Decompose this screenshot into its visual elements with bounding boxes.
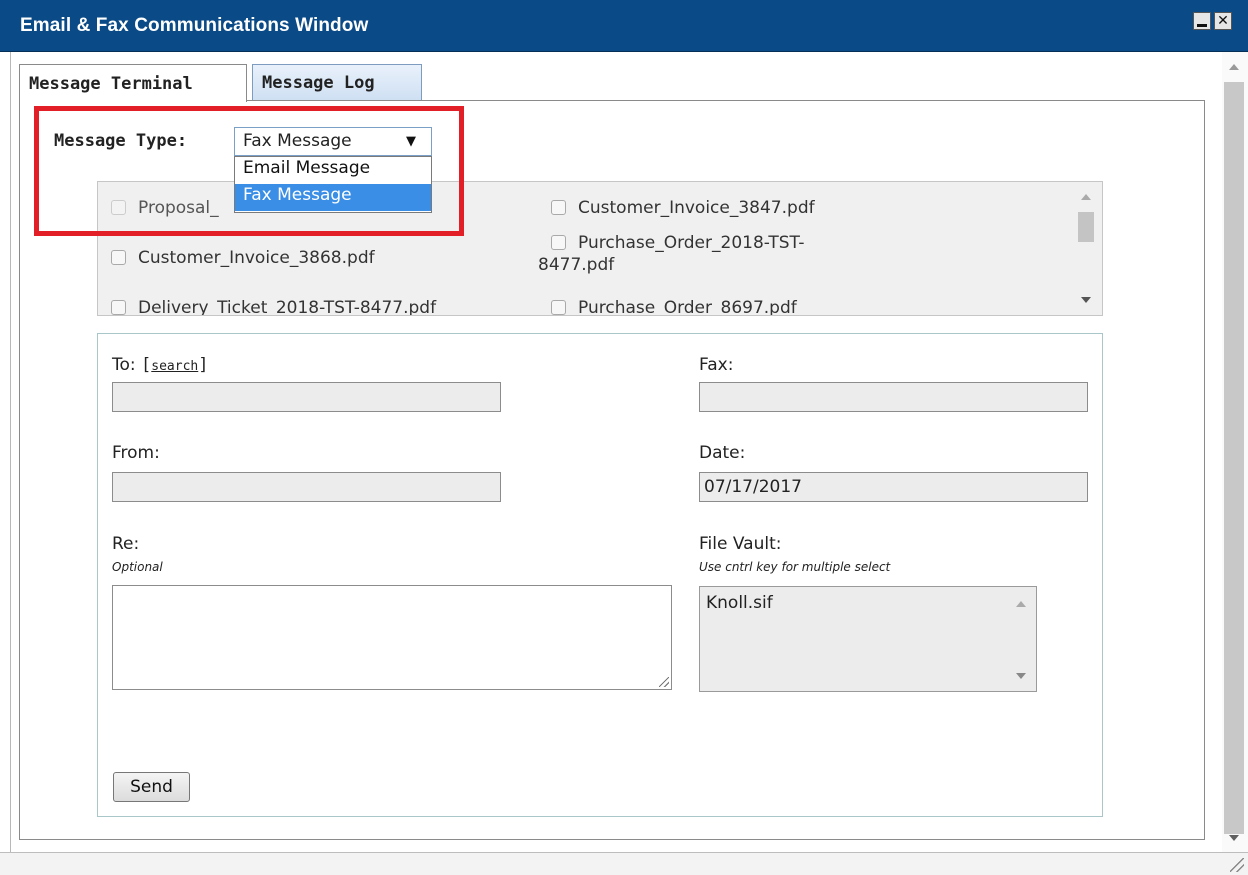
message-type-value: Fax Message bbox=[243, 131, 352, 151]
attachments-scrollbar[interactable] bbox=[1072, 182, 1102, 315]
re-hint: Optional bbox=[112, 560, 163, 574]
scroll-down-icon[interactable] bbox=[1081, 297, 1091, 303]
resize-handle-icon[interactable] bbox=[659, 677, 669, 687]
window-titlebar: Email & Fax Communications Window ✕ bbox=[0, 0, 1248, 52]
scroll-up-icon[interactable] bbox=[1081, 194, 1091, 200]
date-field[interactable]: 07/17/2017 bbox=[699, 472, 1088, 502]
attachment-name: Delivery_Ticket_2018-TST-8477.pdf bbox=[138, 298, 437, 316]
send-label: Send bbox=[130, 777, 173, 797]
checkbox[interactable] bbox=[111, 300, 126, 315]
re-label: Re: bbox=[112, 534, 140, 554]
attachment-name-cont: 8477.pdf bbox=[538, 255, 615, 275]
attachment-item[interactable]: Customer_Invoice_3847.pdf bbox=[551, 197, 815, 219]
attachment-item[interactable]: Delivery_Ticket_2018-TST-8477.pdf bbox=[111, 297, 437, 316]
minimize-icon bbox=[1197, 23, 1207, 27]
checkbox[interactable] bbox=[551, 235, 566, 250]
file-vault-label: File Vault: bbox=[699, 534, 782, 554]
message-type-dropdown: Email Message Fax Message bbox=[234, 156, 432, 213]
attachment-item[interactable]: Customer_Invoice_3868.pdf bbox=[111, 247, 375, 269]
attachment-name: Customer_Invoice_3847.pdf bbox=[578, 198, 815, 218]
checkbox[interactable] bbox=[551, 300, 566, 315]
send-button[interactable]: Send bbox=[113, 772, 190, 802]
re-textarea[interactable] bbox=[112, 585, 672, 690]
window-title: Email & Fax Communications Window bbox=[20, 15, 369, 36]
tab-label: Message Log bbox=[262, 72, 375, 93]
attachment-name: Proposal_ bbox=[138, 198, 219, 218]
scroll-down-icon[interactable] bbox=[1229, 835, 1239, 841]
scroll-up-icon[interactable] bbox=[1229, 64, 1239, 70]
attachment-item[interactable]: Purchase_Order_2018-TST- 8477.pdf bbox=[538, 232, 804, 276]
attachment-name: Purchase_Order_2018-TST- bbox=[578, 233, 805, 253]
attachment-item[interactable]: Proposal_ bbox=[111, 197, 219, 219]
scroll-thumb[interactable] bbox=[1078, 212, 1094, 242]
window-scrollbar[interactable] bbox=[1222, 52, 1248, 852]
fax-field[interactable] bbox=[699, 382, 1088, 412]
tab-message-terminal[interactable]: Message Terminal bbox=[19, 64, 247, 102]
tab-label: Message Terminal bbox=[29, 73, 193, 94]
message-type-select[interactable]: Fax Message bbox=[234, 127, 432, 156]
checkbox[interactable] bbox=[551, 200, 566, 215]
file-vault-hint: Use cntrl key for multiple select bbox=[699, 560, 891, 574]
scroll-down-icon[interactable] bbox=[1016, 673, 1026, 679]
tab-message-log[interactable]: Message Log bbox=[252, 64, 422, 100]
attachment-name: Purchase_Order_8697.pdf bbox=[578, 298, 797, 316]
minimize-button[interactable] bbox=[1193, 12, 1211, 30]
file-vault-item[interactable]: Knoll.sif bbox=[706, 593, 773, 613]
window-status-bar bbox=[0, 852, 1248, 875]
close-icon: ✕ bbox=[1217, 13, 1229, 29]
to-label: To: [search] bbox=[112, 355, 209, 375]
checkbox[interactable] bbox=[111, 250, 126, 265]
search-link[interactable]: search bbox=[151, 359, 198, 374]
scroll-up-icon[interactable] bbox=[1016, 601, 1026, 607]
from-label: From: bbox=[112, 443, 160, 463]
attachment-name: Customer_Invoice_3868.pdf bbox=[138, 248, 375, 268]
scroll-thumb[interactable] bbox=[1224, 82, 1244, 834]
option-fax-message[interactable]: Fax Message bbox=[235, 184, 431, 211]
checkbox[interactable] bbox=[111, 200, 126, 215]
close-button[interactable]: ✕ bbox=[1214, 12, 1232, 30]
dropdown-arrow-icon: ▼ bbox=[406, 134, 416, 149]
date-label: Date: bbox=[699, 443, 746, 463]
resize-grip-icon[interactable] bbox=[1230, 858, 1244, 872]
bracket-close: ] bbox=[198, 355, 209, 375]
bracket-open: [ bbox=[141, 355, 152, 375]
fax-label: Fax: bbox=[699, 355, 734, 375]
to-label-text: To: bbox=[112, 355, 136, 375]
message-type-label: Message Type: bbox=[54, 131, 188, 151]
option-email-message[interactable]: Email Message bbox=[235, 157, 431, 184]
to-field[interactable] bbox=[112, 382, 501, 412]
attachment-item[interactable]: Purchase_Order_8697.pdf bbox=[551, 297, 797, 316]
file-vault-list[interactable]: Knoll.sif bbox=[699, 586, 1037, 692]
from-field[interactable] bbox=[112, 472, 501, 502]
